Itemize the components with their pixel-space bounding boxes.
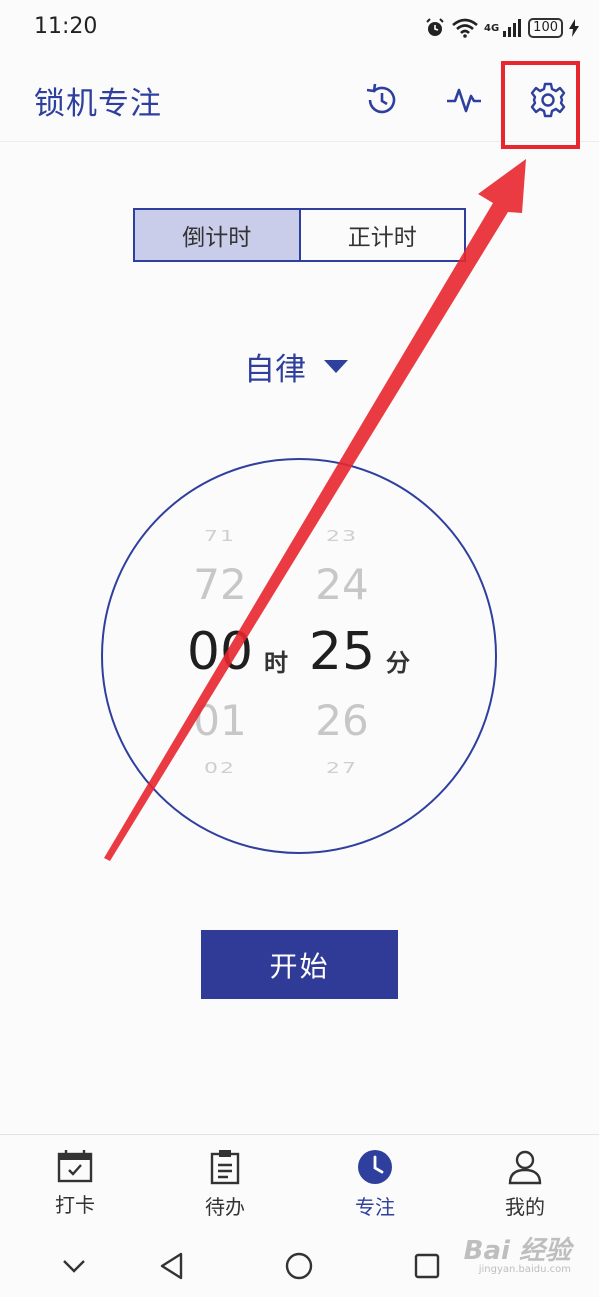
hour-selected: 00 [186, 622, 254, 682]
focus-mode-dropdown[interactable]: 自律 [244, 343, 348, 389]
recents-square-icon [414, 1253, 440, 1279]
minute-option: 26 [315, 696, 369, 745]
calendar-check-icon [57, 1150, 93, 1183]
minute-option: 24 [315, 560, 369, 609]
status-time: 11:20 [34, 14, 98, 39]
tab-label: 我的 [505, 1195, 545, 1219]
user-icon [508, 1150, 542, 1185]
minute-unit: 分 [386, 649, 410, 677]
tab-label: 打卡 [55, 1193, 95, 1217]
watermark-text: Bai 经验 [463, 1236, 571, 1266]
collapse-button[interactable] [57, 1249, 91, 1283]
hour-option: 72 [193, 560, 247, 609]
baidu-watermark: Bai 经验 jingyan.baidu.com [463, 1230, 571, 1275]
minute-picker[interactable]: 23 24 25 26 27 [307, 520, 377, 790]
tab-mine[interactable]: 我的 [475, 1149, 575, 1220]
watermark-sub: jingyan.baidu.com [478, 1264, 571, 1275]
charging-bolt-icon [569, 19, 579, 37]
tab-checkin[interactable]: 打卡 [25, 1149, 125, 1218]
minute-selected: 25 [308, 622, 376, 682]
countup-tab[interactable]: 正计时 [301, 210, 465, 260]
recents-button[interactable] [410, 1249, 444, 1283]
hour-option: 71 [204, 527, 236, 546]
page-title: 锁机专注 [34, 86, 162, 122]
back-triangle-icon [160, 1252, 183, 1280]
clipboard-icon [210, 1150, 240, 1185]
tab-label: 专注 [355, 1195, 395, 1219]
alarm-icon [426, 18, 444, 36]
countdown-tab[interactable]: 倒计时 [135, 210, 301, 260]
history-icon [366, 83, 396, 114]
signal-icon [503, 19, 522, 37]
status-icons: 4G 100 [424, 14, 579, 42]
focus-mode-label: 自律 [244, 351, 306, 388]
tab-todo[interactable]: 待办 [175, 1149, 275, 1220]
home-button[interactable] [282, 1249, 316, 1283]
timer-ring [101, 458, 497, 854]
hour-picker[interactable]: 71 72 00 01 02 [185, 520, 255, 790]
hour-option: 02 [204, 759, 236, 778]
battery-level: 100 [528, 18, 563, 38]
statistics-button[interactable] [442, 78, 486, 122]
clock-icon [358, 1150, 392, 1184]
chevron-down-icon [63, 1260, 85, 1273]
annotation-highlight-box [501, 61, 580, 149]
history-button[interactable] [360, 78, 404, 122]
tab-label: 待办 [205, 1195, 245, 1219]
minute-option: 27 [326, 759, 358, 778]
minute-option: 23 [326, 527, 358, 546]
home-circle-icon [285, 1252, 313, 1280]
timer-mode-toggle: 倒计时 正计时 [133, 208, 466, 262]
pulse-icon [447, 88, 481, 113]
tab-focus[interactable]: 专注 [325, 1149, 425, 1220]
caret-down-icon [324, 359, 348, 373]
bottom-tab-bar: 打卡 待办 专注 我的 [0, 1134, 599, 1235]
start-button[interactable]: 开始 [201, 930, 398, 999]
wifi-icon [452, 18, 478, 38]
network-type: 4G [484, 22, 500, 34]
hour-option: 01 [193, 696, 247, 745]
back-button[interactable] [155, 1249, 189, 1283]
hour-unit: 时 [264, 649, 288, 677]
